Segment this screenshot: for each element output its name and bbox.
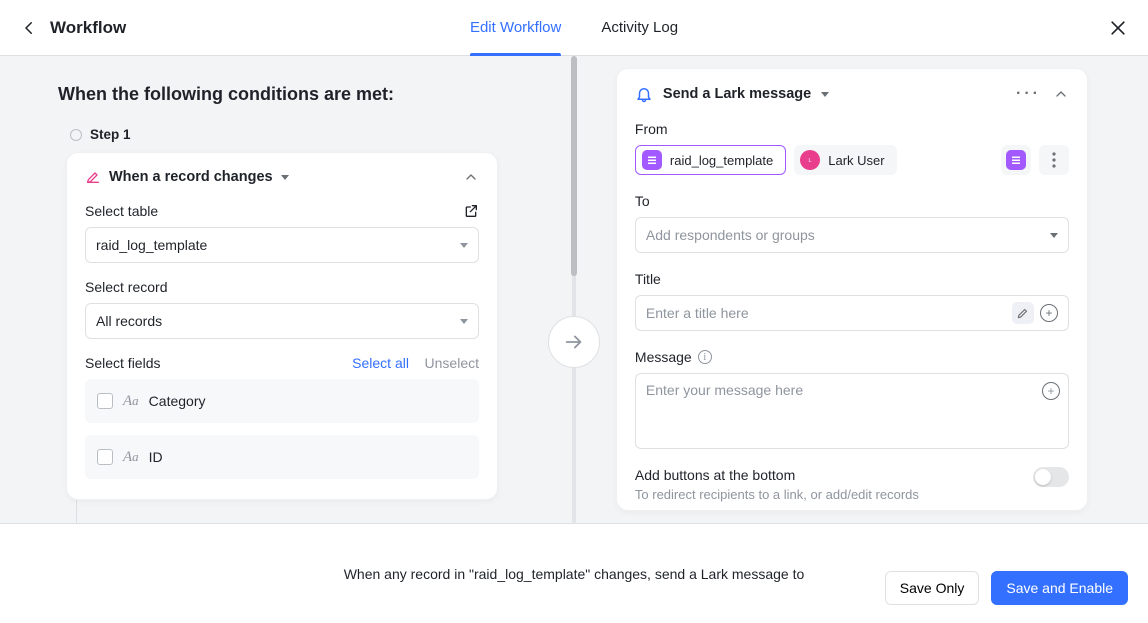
from-add-table[interactable] (1001, 145, 1031, 175)
pencil-icon (85, 169, 101, 185)
back-icon[interactable] (20, 19, 38, 37)
table-select-value: raid_log_template (96, 237, 207, 253)
step-label-text: Step 1 (90, 127, 131, 142)
from-label: From (635, 121, 1069, 137)
collapse-icon[interactable] (463, 169, 479, 185)
table-select[interactable]: raid_log_template (85, 227, 479, 263)
add-buttons-toggle[interactable] (1033, 467, 1069, 487)
select-all-link[interactable]: Select all (352, 355, 409, 371)
collapse-icon[interactable] (1053, 86, 1069, 102)
page-title: Workflow (50, 18, 126, 38)
select-table-label: Select table (85, 203, 158, 219)
select-record-label: Select record (85, 279, 167, 295)
title-input[interactable]: Enter a title here + (635, 295, 1069, 331)
message-label: Message (635, 349, 692, 365)
add-buttons-row: Add buttons at the bottom To redirect re… (635, 467, 1069, 502)
tabs: Edit Workflow Activity Log (470, 0, 678, 55)
conditions-column: When the following conditions are met: S… (0, 56, 568, 523)
style-icon[interactable] (1012, 302, 1034, 324)
bell-icon (635, 85, 653, 103)
scroll-thumb[interactable] (571, 56, 577, 276)
svg-text:L: L (809, 158, 812, 164)
record-select-value: All records (96, 313, 162, 329)
tab-activity-log[interactable]: Activity Log (601, 0, 678, 55)
add-buttons-title: Add buttons at the bottom (635, 467, 919, 483)
save-and-enable-button[interactable]: Save and Enable (991, 571, 1128, 605)
to-input[interactable]: Add respondents or groups (635, 217, 1069, 253)
to-placeholder: Add respondents or groups (646, 227, 815, 243)
add-field-icon[interactable]: + (1042, 382, 1060, 400)
unselect-link[interactable]: Unselect (425, 355, 479, 371)
chip-label: Lark User (828, 153, 884, 168)
trigger-header[interactable]: When a record changes (85, 169, 479, 185)
table-icon (642, 150, 662, 170)
field-name: Category (149, 393, 206, 409)
field-name: ID (149, 449, 163, 465)
from-more[interactable] (1039, 145, 1069, 175)
from-chip-user[interactable]: L Lark User (794, 145, 896, 175)
from-chip-primary[interactable]: raid_log_template (635, 145, 786, 175)
field-row[interactable]: Aa Category (85, 379, 479, 423)
record-select[interactable]: All records (85, 303, 479, 339)
to-label: To (635, 193, 1069, 209)
conditions-title: When the following conditions are met: (58, 84, 532, 105)
step-radio-icon (70, 129, 82, 141)
workflow-summary: When any record in "raid_log_template" c… (344, 566, 805, 582)
footer: When any record in "raid_log_template" c… (0, 523, 1148, 623)
avatar-icon: L (800, 150, 820, 170)
more-icon[interactable]: ··· (1016, 85, 1041, 103)
pane-divider[interactable] (568, 56, 580, 523)
chip-label: raid_log_template (670, 153, 773, 168)
step-label: Step 1 (70, 127, 532, 142)
action-header[interactable]: Send a Lark message ··· (635, 85, 1069, 103)
trigger-title: When a record changes (109, 169, 273, 185)
title-placeholder: Enter a title here (646, 305, 749, 321)
select-fields-label: Select fields (85, 355, 160, 371)
tab-edit-workflow[interactable]: Edit Workflow (470, 0, 561, 55)
title-label: Title (635, 271, 1069, 287)
chevron-down-icon (460, 319, 468, 324)
body: When the following conditions are met: S… (0, 56, 1148, 523)
checkbox[interactable] (97, 393, 113, 409)
chevron-down-icon (460, 243, 468, 248)
save-only-button[interactable]: Save Only (885, 571, 980, 605)
add-field-icon[interactable]: + (1040, 304, 1058, 322)
close-icon[interactable] (1108, 18, 1128, 38)
add-buttons-subtitle: To redirect recipients to a link, or add… (635, 487, 919, 502)
chevron-down-icon (1050, 233, 1058, 238)
text-field-icon: Aa (123, 393, 139, 410)
text-field-icon: Aa (123, 449, 139, 466)
message-input[interactable]: Enter your message here + (635, 373, 1069, 449)
trigger-dropdown-icon (281, 175, 289, 180)
action-column: Send a Lark message ··· From raid_log_te… (580, 56, 1148, 523)
from-chips: raid_log_template L Lark User (635, 145, 1069, 175)
header: Workflow Edit Workflow Activity Log (0, 0, 1148, 56)
field-row[interactable]: Aa ID (85, 435, 479, 479)
action-dropdown-icon (821, 92, 829, 97)
info-icon[interactable]: i (698, 350, 712, 364)
trigger-card: When a record changes Select table raid_… (66, 152, 498, 500)
action-title: Send a Lark message (663, 86, 811, 102)
table-icon (1006, 150, 1026, 170)
open-external-icon[interactable] (463, 203, 479, 219)
message-placeholder: Enter your message here (646, 382, 803, 398)
checkbox[interactable] (97, 449, 113, 465)
action-card: Send a Lark message ··· From raid_log_te… (616, 68, 1088, 511)
